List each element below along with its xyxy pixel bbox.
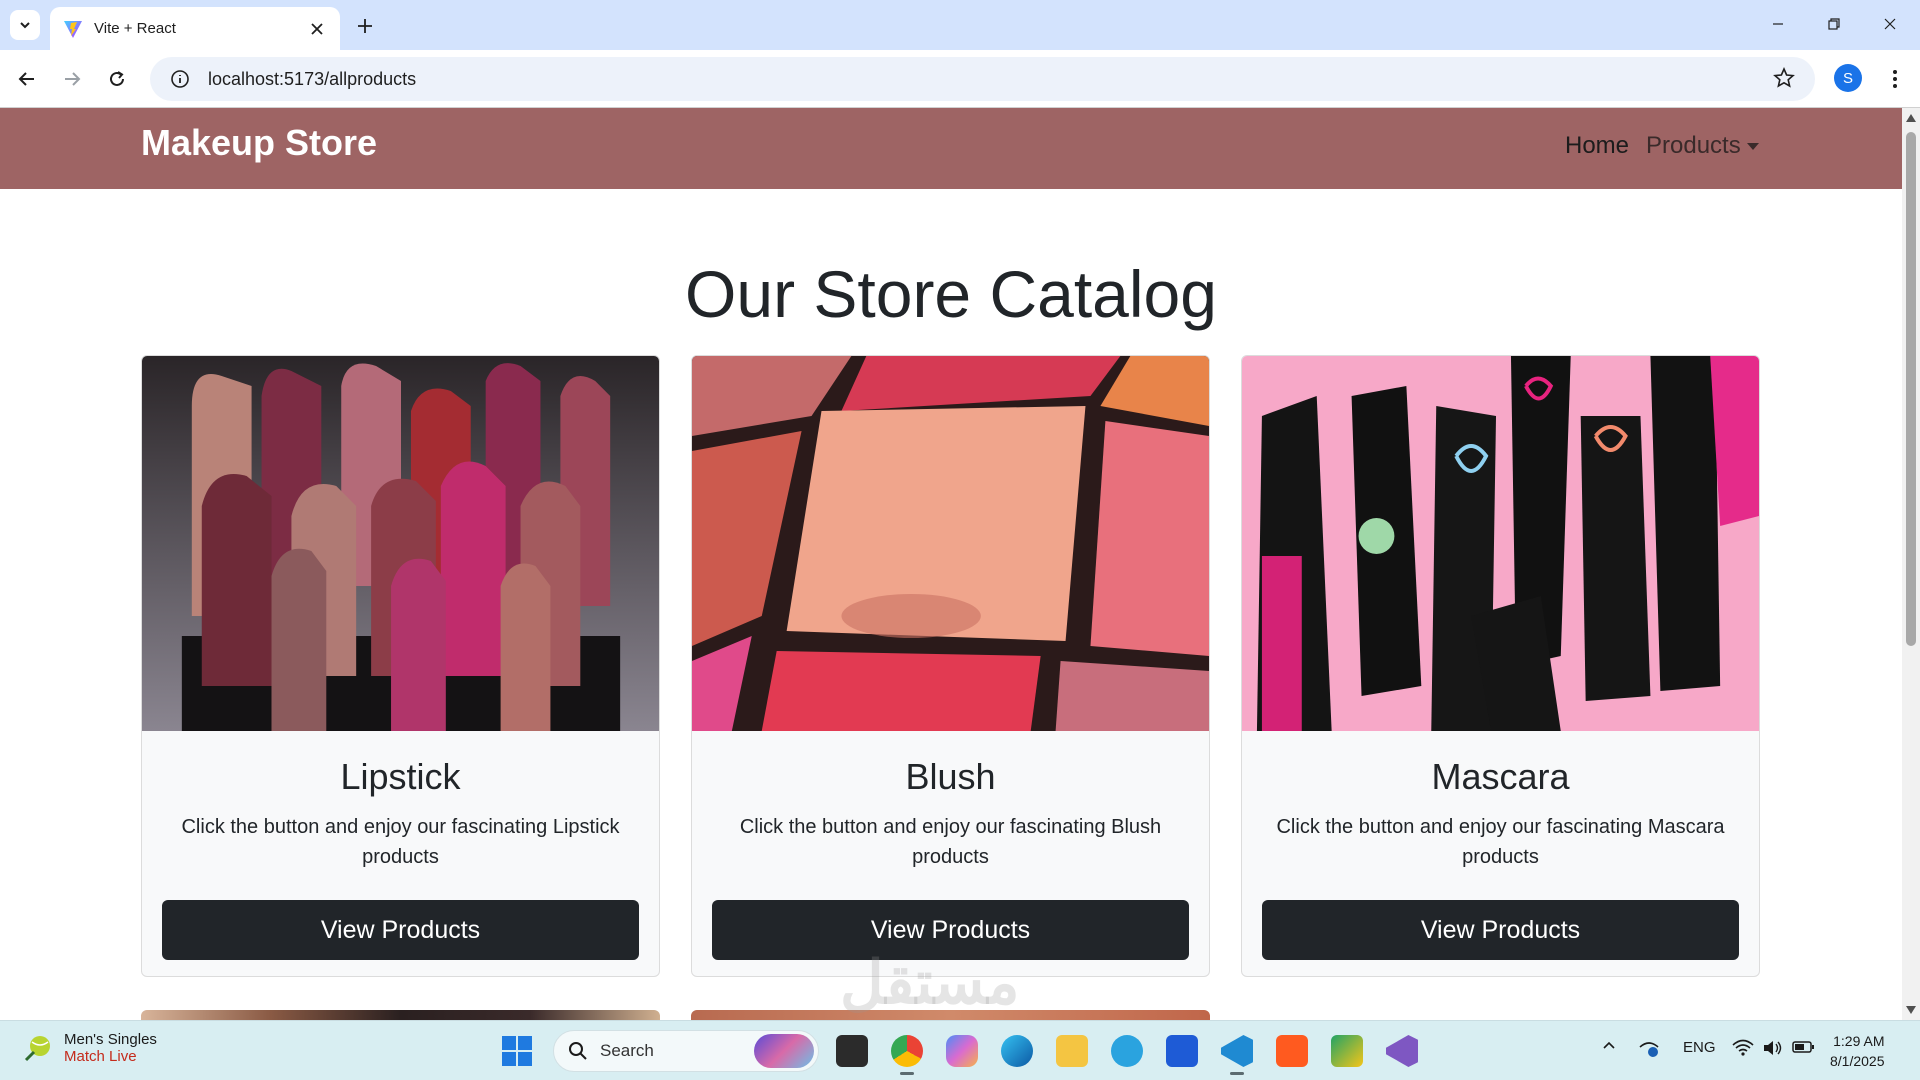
mascara-image	[1242, 356, 1759, 731]
arrow-left-icon	[18, 72, 34, 86]
clock-date: 8/1/2025	[1830, 1053, 1885, 1069]
tennis-ball-icon	[24, 1036, 50, 1062]
file-explorer-icon[interactable]	[1056, 1035, 1088, 1067]
meet-icon[interactable]	[1331, 1035, 1363, 1067]
active-app-indicator	[1230, 1072, 1244, 1075]
page-title: Our Store Catalog	[685, 257, 1217, 331]
product-card-mascara: Mascara Click the button and enjoy our f…	[1241, 355, 1760, 977]
chevron-up-icon[interactable]	[1602, 1039, 1616, 1057]
page-scrollbar[interactable]	[1902, 108, 1920, 1020]
sports-widget[interactable]: Men's Singles Match Live	[22, 1031, 157, 1065]
view-products-button[interactable]: View Products	[1262, 900, 1739, 960]
language-indicator[interactable]: ENG	[1683, 1039, 1716, 1056]
tab-title: Vite + React	[94, 20, 176, 37]
taskbar-search[interactable]: Search	[553, 1030, 819, 1072]
browser-tab[interactable]: Vite + React	[50, 7, 340, 50]
site-info-icon[interactable]	[170, 69, 190, 89]
nav-products-dropdown[interactable]: Products	[1646, 132, 1759, 160]
copilot-icon[interactable]	[946, 1035, 978, 1067]
scrollbar-thumb[interactable]	[1906, 132, 1916, 646]
search-placeholder: Search	[600, 1041, 654, 1060]
bookmark-star-icon[interactable]	[1773, 67, 1795, 89]
plus-icon	[358, 19, 372, 33]
visual-studio-icon[interactable]	[1386, 1035, 1418, 1067]
product-card-blush: Blush Click the button and enjoy our fas…	[691, 355, 1210, 977]
vite-favicon-icon	[64, 20, 82, 38]
close-window-button[interactable]	[1870, 8, 1910, 40]
close-icon	[1884, 18, 1896, 30]
brand-logo[interactable]: Makeup Store	[141, 122, 377, 164]
restore-button[interactable]	[1814, 8, 1854, 40]
card-title: Blush	[905, 756, 996, 797]
page-viewport: Makeup Store Home Products Our Store Cat…	[0, 108, 1920, 1020]
edge-icon[interactable]	[1001, 1035, 1033, 1067]
browser-toolbar: localhost:5173/allproducts S	[0, 50, 1920, 108]
close-tab-icon[interactable]	[306, 18, 328, 40]
tab-search-button[interactable]	[10, 10, 40, 40]
reload-icon	[110, 71, 124, 86]
search-icon	[569, 1042, 587, 1060]
windows-taskbar: Men's Singles Match Live Search ENG 1:29…	[0, 1020, 1920, 1080]
address-bar[interactable]: localhost:5173/allproducts	[150, 57, 1815, 101]
card-title: Mascara	[1431, 756, 1570, 797]
telegram-icon[interactable]	[1111, 1035, 1143, 1067]
url-text: localhost:5173/allproducts	[208, 68, 417, 89]
new-tab-button[interactable]	[350, 11, 380, 41]
chevron-down-icon	[20, 22, 30, 29]
card-description: Click the button and enjoy our fascinati…	[739, 816, 1162, 868]
system-clock[interactable]: 1:29 AM 8/1/2025	[1830, 1031, 1885, 1071]
start-button[interactable]	[502, 1036, 532, 1066]
minimize-icon	[1773, 23, 1783, 25]
blush-palette-image	[692, 356, 1209, 731]
volume-icon[interactable]	[1762, 1039, 1784, 1061]
browser-tab-bar: Vite + React	[0, 0, 1920, 50]
forward-button[interactable]	[55, 62, 89, 96]
nav-products-label: Products	[1646, 132, 1741, 159]
wifi-icon[interactable]	[1732, 1039, 1754, 1061]
widget-subtitle: Match Live	[64, 1048, 137, 1065]
windows-logo-icon	[502, 1036, 516, 1050]
task-view-icon[interactable]	[836, 1035, 868, 1067]
battery-icon[interactable]	[1792, 1039, 1816, 1059]
app-icon[interactable]	[1276, 1035, 1308, 1067]
clock-time: 1:29 AM	[1833, 1033, 1885, 1049]
nav-home-link[interactable]: Home	[1565, 132, 1629, 160]
product-card-peek	[141, 1010, 660, 1020]
site-navbar: Makeup Store Home Products	[0, 108, 1902, 189]
dropdown-caret-icon	[1746, 142, 1759, 150]
reload-button[interactable]	[100, 62, 134, 96]
vscode-icon[interactable]	[1221, 1035, 1253, 1067]
widget-title: Men's Singles	[64, 1031, 157, 1048]
store-icon[interactable]	[1166, 1035, 1198, 1067]
scroll-up-icon[interactable]	[1906, 114, 1916, 122]
restore-icon	[1828, 18, 1840, 30]
card-title: Lipstick	[340, 756, 461, 797]
search-highlight-icon	[754, 1034, 814, 1068]
card-description: Click the button and enjoy our fascinati…	[1276, 816, 1725, 868]
back-button[interactable]	[10, 62, 44, 96]
view-products-button[interactable]: View Products	[162, 900, 639, 960]
browser-menu-button[interactable]	[1880, 62, 1910, 96]
chrome-icon[interactable]	[891, 1035, 923, 1067]
minimize-button[interactable]	[1758, 8, 1798, 40]
network-alert-icon[interactable]	[1638, 1039, 1660, 1063]
product-card-lipstick: Lipstick Click the button and enjoy our …	[141, 355, 660, 977]
watermark-text: مستقل	[840, 949, 1020, 1016]
active-app-indicator	[900, 1072, 914, 1075]
more-vertical-icon	[1893, 70, 1897, 88]
lipstick-image	[142, 356, 659, 731]
arrow-right-icon	[65, 72, 81, 86]
profile-avatar[interactable]: S	[1834, 64, 1862, 92]
scroll-down-icon[interactable]	[1906, 1006, 1916, 1014]
card-description: Click the button and enjoy our fascinati…	[181, 816, 620, 868]
